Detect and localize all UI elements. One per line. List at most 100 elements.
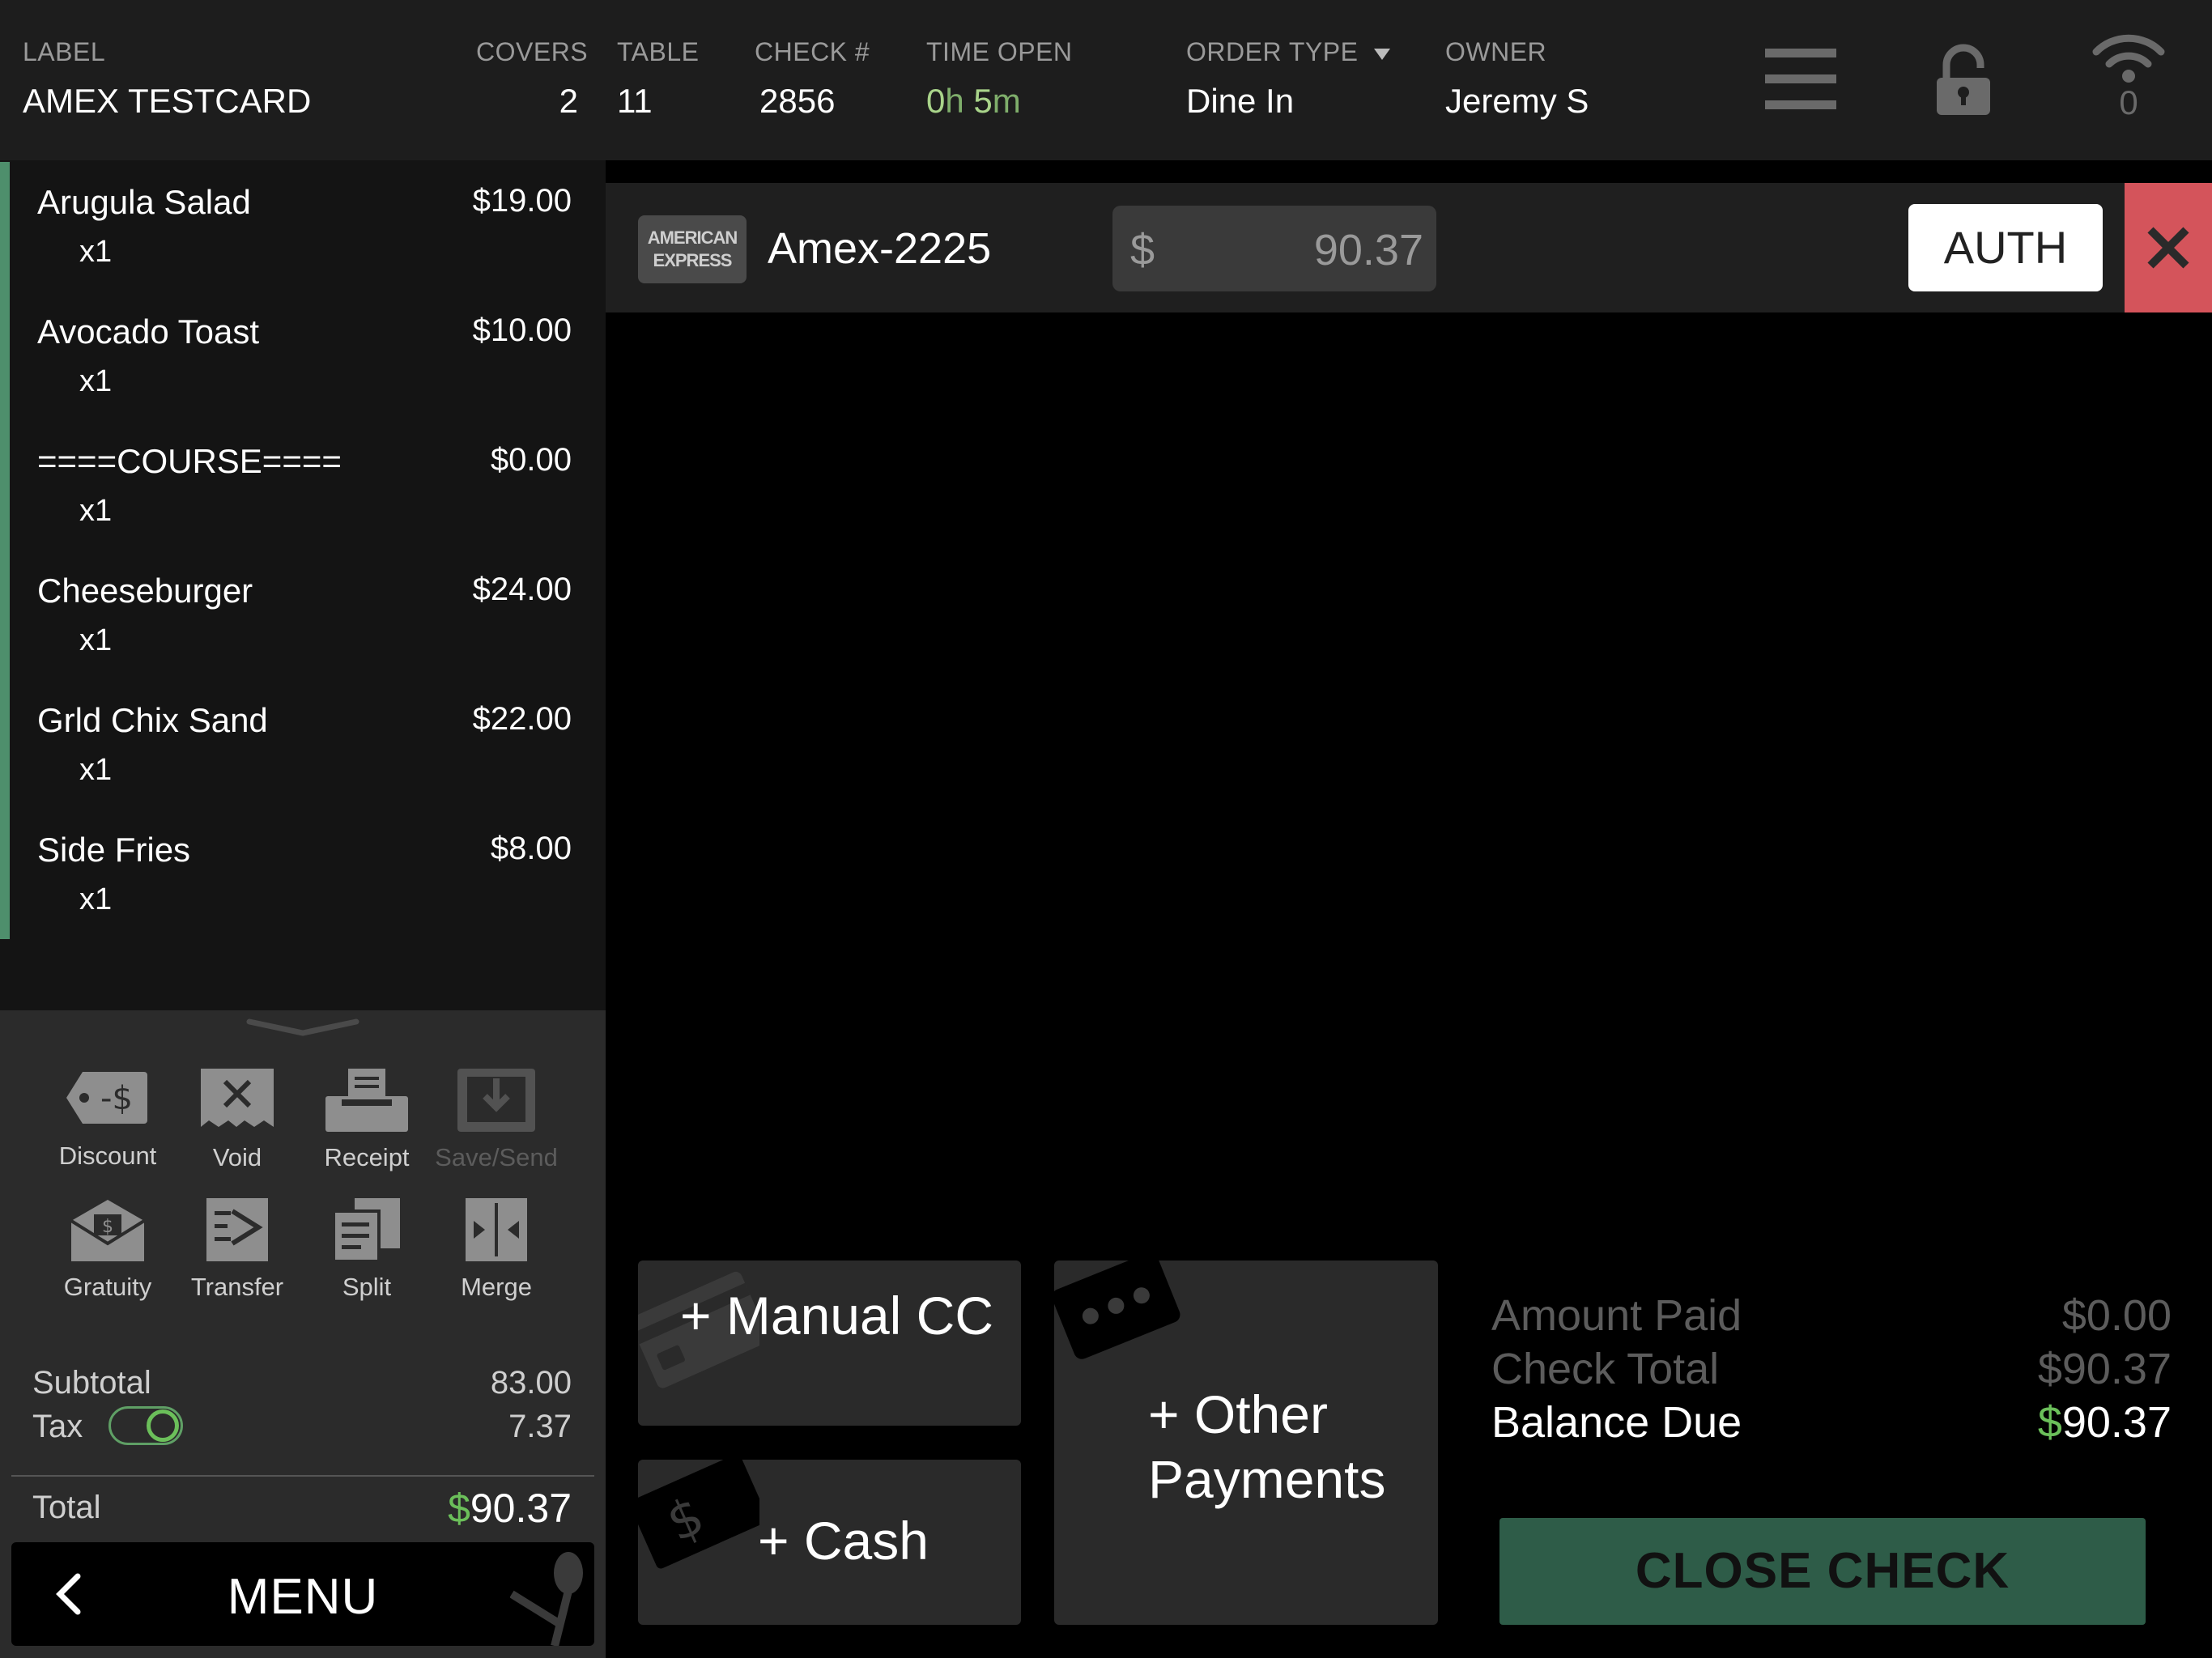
order-item-price: $22.00: [472, 701, 572, 737]
printer-icon: [325, 1069, 408, 1132]
other-payments-button[interactable]: + Other Payments: [1054, 1261, 1438, 1625]
manual-cc-button[interactable]: + Manual CC: [638, 1261, 1021, 1426]
order-item[interactable]: Arugula Salad $19.00 x1: [37, 160, 572, 290]
owner-title: OWNER: [1445, 37, 1547, 66]
order-item[interactable]: ====COURSE==== $0.00 x1: [37, 419, 572, 549]
order-item[interactable]: Side Fries $8.00 x1: [37, 808, 572, 937]
order-item-list[interactable]: Arugula Salad $19.00 x1 Avocado Toast $1…: [0, 160, 606, 1010]
void-receipt-icon: [201, 1069, 274, 1127]
other-payments-line2: Payments: [1148, 1449, 1386, 1509]
lock-icon[interactable]: [1935, 44, 1992, 121]
discount-button[interactable]: -$ Discount: [43, 1067, 172, 1171]
order-item-name: ====COURSE====: [37, 442, 342, 480]
amount-paid-row: Amount Paid $0.00: [1491, 1290, 2172, 1341]
total-row: Total $90.37: [32, 1486, 572, 1531]
save-send-button[interactable]: Save/Send: [432, 1067, 561, 1172]
gratuity-label: Gratuity: [63, 1273, 152, 1301]
check-total-value: $90.37: [2037, 1345, 2172, 1393]
tax-toggle[interactable]: [108, 1406, 183, 1445]
utensils-icon: [510, 1552, 583, 1646]
amex-card-logo: AMERICAN EXPRESS: [638, 215, 747, 283]
amex-logo-line2: EXPRESS: [653, 250, 733, 270]
cash-label: + Cash: [758, 1511, 929, 1571]
menu-label: MENU: [227, 1569, 379, 1625]
order-item-qty: x1: [79, 623, 113, 657]
label-field[interactable]: LABEL AMEX TESTCARD: [23, 37, 311, 121]
order-item[interactable]: Avocado Toast $10.00 x1: [37, 290, 572, 419]
order-item-price: $10.00: [472, 312, 572, 348]
wifi-icon: [2092, 34, 2165, 83]
card-payment-row[interactable]: AMERICAN EXPRESS Amex-2225 $ 90.37 AUTH: [606, 183, 2212, 312]
cash-button[interactable]: $ + Cash: [638, 1460, 1021, 1625]
time-open-hours: 0: [926, 82, 946, 120]
covers-value: 2: [559, 82, 578, 120]
check-number-field: CHECK # 2856: [755, 37, 870, 121]
close-check-button[interactable]: CLOSE CHECK: [1499, 1518, 2146, 1625]
order-accent-bar: [0, 162, 10, 939]
subtotal-label: Subtotal: [32, 1365, 151, 1401]
card-name: Amex-2225: [768, 224, 992, 273]
more-dots-icon: [1054, 1261, 1180, 1359]
transfer-icon: [206, 1198, 268, 1261]
order-item-name: Avocado Toast: [37, 312, 259, 351]
void-button[interactable]: Void: [172, 1067, 302, 1172]
auth-button[interactable]: AUTH: [1908, 204, 2103, 291]
table-field[interactable]: TABLE 11: [617, 37, 700, 121]
total-label: Total: [32, 1490, 101, 1525]
amount-paid-value: $0.00: [2061, 1291, 2172, 1340]
time-open-value: 0h 5m: [926, 82, 1073, 121]
balance-due-value: 90.37: [2061, 1398, 2172, 1447]
order-type-title-text: ORDER TYPE: [1186, 37, 1359, 66]
svg-text:-$: -$: [100, 1080, 133, 1117]
wifi-count: 0: [2119, 83, 2138, 121]
amount-paid-label: Amount Paid: [1491, 1291, 1742, 1340]
gratuity-envelope-icon: $: [70, 1200, 146, 1261]
split-label: Split: [342, 1273, 392, 1301]
order-type-value: Dine In: [1186, 82, 1295, 120]
receipt-label: Receipt: [324, 1143, 410, 1171]
wifi-status[interactable]: 0: [2091, 32, 2166, 122]
other-payments-line1: + Other: [1148, 1384, 1328, 1444]
balance-due-label: Balance Due: [1491, 1398, 1742, 1447]
order-item-qty: x1: [79, 364, 113, 398]
menu-button[interactable]: MENU: [11, 1542, 594, 1646]
total-value: 90.37: [470, 1486, 572, 1531]
time-open-h-unit: h: [945, 82, 964, 120]
order-item-qty: x1: [79, 753, 113, 787]
remove-payment-button[interactable]: [2125, 183, 2212, 312]
time-open-field: TIME OPEN 0h 5m: [926, 37, 1073, 121]
split-button[interactable]: Split: [302, 1197, 432, 1302]
manual-cc-label: + Manual CC: [680, 1286, 994, 1346]
subtotal-row: Subtotal 83.00: [32, 1365, 572, 1401]
split-icon: [332, 1198, 400, 1263]
receipt-button[interactable]: Receipt: [302, 1067, 432, 1172]
time-open-title: TIME OPEN: [926, 37, 1073, 66]
owner-value: Jeremy S: [1445, 82, 1589, 120]
order-item-qty: x1: [79, 882, 113, 916]
order-type-dropdown[interactable]: ORDER TYPE Dine In: [1186, 37, 1391, 121]
other-payments-label: + Other Payments: [1148, 1382, 1385, 1511]
transfer-button[interactable]: Transfer: [172, 1197, 302, 1302]
table-value: 11: [617, 82, 653, 120]
time-open-m-unit: m: [992, 82, 1021, 120]
tax-value: 7.37: [508, 1409, 572, 1444]
balance-due-value-wrap: $90.37: [2038, 1397, 2172, 1448]
amount-value: 90.37: [1313, 226, 1423, 274]
subtotal-value: 83.00: [490, 1365, 572, 1401]
order-item-name: Side Fries: [37, 831, 191, 869]
order-item-price: $0.00: [490, 442, 572, 478]
order-item[interactable]: Cheeseburger $24.00 x1: [37, 549, 572, 678]
collapse-chevron-icon[interactable]: [246, 1018, 359, 1038]
gratuity-button[interactable]: $ Gratuity: [43, 1197, 172, 1302]
order-item[interactable]: Grld Chix Sand $22.00 x1: [37, 678, 572, 808]
balance-due-currency: $: [2037, 1398, 2062, 1447]
covers-field[interactable]: COVERS 2: [476, 37, 588, 121]
close-icon: [2147, 227, 2189, 269]
merge-button[interactable]: Merge: [432, 1197, 561, 1302]
discount-tag-icon: -$: [66, 1072, 147, 1124]
owner-field[interactable]: OWNER Jeremy S: [1445, 37, 1589, 121]
check-number-title: CHECK #: [755, 37, 870, 66]
hamburger-menu-icon[interactable]: [1765, 49, 1836, 114]
amex-logo-line1: AMERICAN: [647, 227, 738, 248]
payment-amount-input[interactable]: $ 90.37: [1112, 206, 1436, 291]
